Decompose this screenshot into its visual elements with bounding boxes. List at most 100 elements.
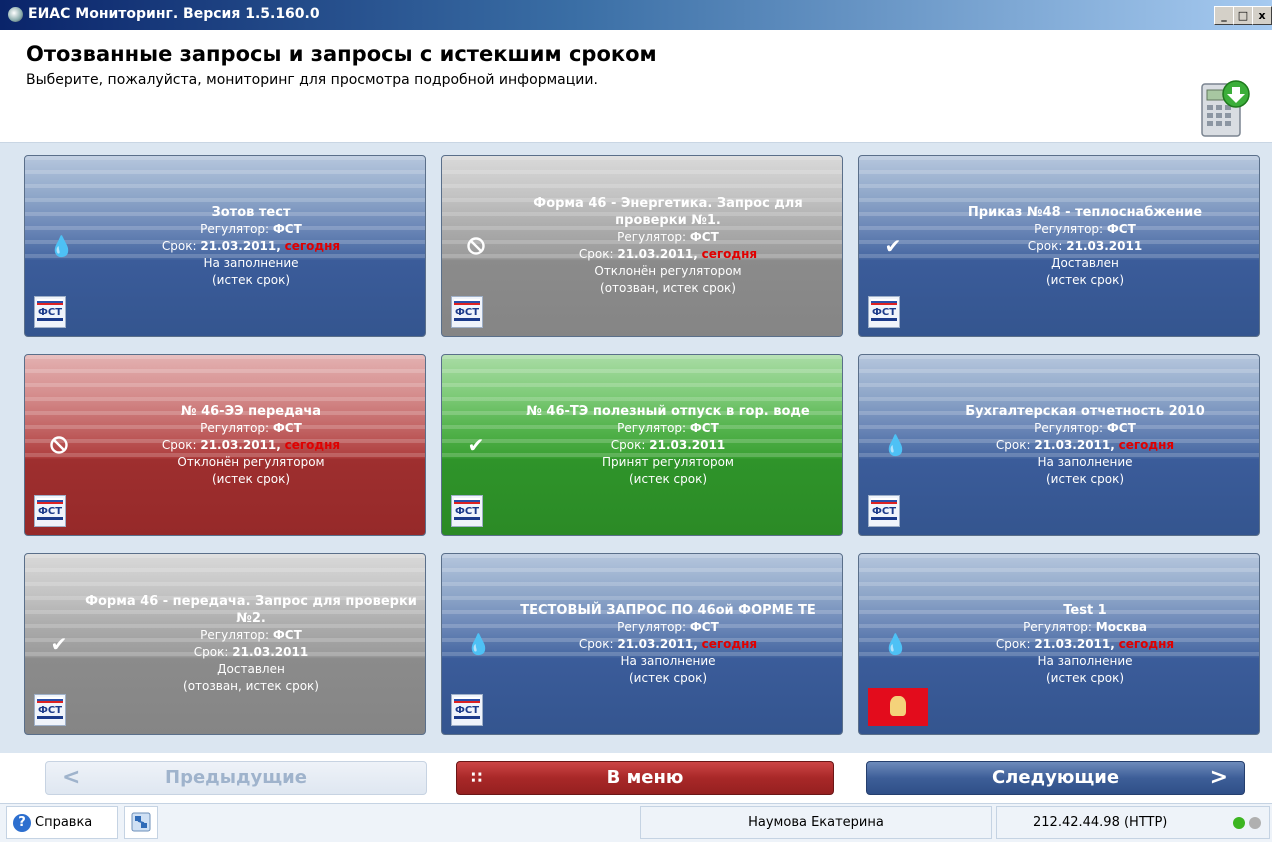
status-online-indicator	[1233, 817, 1245, 829]
tile-title: Test 1	[1063, 602, 1107, 618]
tile-note: (истек срок)	[629, 471, 707, 486]
deadline-label: Срок:	[1027, 238, 1063, 253]
tile-status: Отклонён регулятором	[594, 264, 742, 278]
server-address-text: 212.42.44.98 (HTTP)	[1033, 815, 1168, 830]
help-button[interactable]: ? Справка	[6, 806, 118, 839]
today-badge: сегодня	[701, 636, 758, 651]
minimize-button[interactable]: _	[1214, 6, 1234, 25]
monitoring-tile[interactable]: № 46-ЭЭ передача Регулятор: ФСТ Срок: 21…	[24, 354, 426, 536]
regulator-value: ФСТ	[1106, 420, 1136, 435]
tile-note: (истек срок)	[629, 670, 707, 685]
previous-label: Предыдущие	[165, 767, 307, 788]
monitoring-tile[interactable]: ✔ Приказ №48 - теплоснабжение Регулятор:…	[858, 155, 1260, 337]
monitoring-tile[interactable]: 💧 Бухгалтерская отчетность 2010 Регулято…	[858, 354, 1260, 536]
fst-logo: ФСТ	[868, 495, 900, 527]
tile-status: Принят регулятором	[602, 454, 734, 469]
regulator-label: Регулятор:	[1034, 420, 1104, 435]
monitoring-tile[interactable]: Форма 46 - Энергетика. Запрос для провер…	[441, 155, 843, 337]
regulator-value: Москва	[1095, 619, 1147, 634]
deadline-date: 21.03.2011,	[200, 437, 281, 452]
page-subtitle: Выберите, пожалуйста, мониторинг для про…	[26, 72, 598, 88]
tile-note: (истек срок)	[1046, 272, 1124, 287]
menu-button[interactable]: ∷ В меню	[456, 761, 834, 795]
deadline-label: Срок:	[578, 247, 614, 261]
calculator-download-icon	[1201, 80, 1250, 137]
regulator-value: ФСТ	[272, 221, 302, 236]
fst-logo: ФСТ	[34, 694, 66, 726]
regulator-value: ФСТ	[1106, 221, 1136, 236]
deadline-date: 21.03.2011,	[1034, 636, 1115, 651]
tile-note: (истек срок)	[1046, 471, 1124, 486]
previous-button[interactable]: < Предыдущие	[45, 761, 427, 795]
regulator-value: ФСТ	[689, 619, 719, 634]
network-icon	[131, 812, 151, 832]
regulator-value: ФСТ	[272, 628, 302, 642]
deadline-date: 21.03.2011	[232, 645, 309, 659]
fst-logo: ФСТ	[34, 495, 66, 527]
next-button[interactable]: Следующие >	[866, 761, 1245, 795]
deadline-date: 21.03.2011,	[200, 238, 281, 253]
regulator-label: Регулятор:	[617, 420, 687, 435]
forbidden-icon	[50, 436, 68, 454]
deadline-label: Срок:	[161, 238, 197, 253]
deadline-date: 21.03.2011,	[1034, 437, 1115, 452]
tile-status: На заполнение	[1037, 653, 1133, 668]
help-icon: ?	[13, 814, 31, 832]
tile-status: Отклонён регулятором	[177, 454, 325, 469]
drop-icon: 💧	[466, 632, 491, 656]
fst-logo: ФСТ	[868, 296, 900, 328]
monitoring-tile[interactable]: 💧 ТЕСТОВЫЙ ЗАПРОС ПО 46ой ФОРМЕ ТЕ Регул…	[441, 553, 843, 735]
monitoring-tile[interactable]: 💧 Зотов тест Регулятор: ФСТ Срок: 21.03.…	[24, 155, 426, 337]
close-button[interactable]: x	[1252, 6, 1272, 25]
tile-title: № 46-ТЭ полезный отпуск в гор. воде	[526, 403, 810, 419]
deadline-label: Срок:	[610, 437, 646, 452]
window-title: ЕИАС Мониторинг. Версия 1.5.160.0	[28, 6, 320, 22]
tile-note: (отозван, истек срок)	[183, 679, 319, 693]
tile-title: Форма 46 - Энергетика. Запрос для провер…	[533, 196, 803, 228]
next-label: Следующие	[991, 767, 1120, 788]
fst-logo: ФСТ	[451, 495, 483, 527]
status-bar: ? Справка Наумова Екатерина 212.42.44.98…	[0, 803, 1272, 842]
today-badge: сегодня	[284, 437, 341, 452]
check-icon: ✔	[884, 234, 902, 258]
deadline-date: 21.03.2011	[1066, 238, 1143, 253]
tile-title: Приказ №48 - теплоснабжение	[967, 204, 1203, 220]
deadline-label: Срок:	[995, 437, 1031, 452]
page-title: Отозванные запросы и запросы с истекшим …	[26, 42, 657, 66]
regulator-label: Регулятор:	[1023, 619, 1092, 634]
server-address: 212.42.44.98 (HTTP)	[996, 806, 1270, 839]
forbidden-icon	[467, 237, 485, 255]
moscow-coat-of-arms-logo	[868, 688, 928, 726]
tile-status: Доставлен	[217, 662, 285, 676]
regulator-label: Регулятор:	[1034, 221, 1104, 236]
status-idle-indicator	[1249, 817, 1261, 829]
drop-icon: 💧	[883, 433, 908, 457]
maximize-button[interactable]: □	[1233, 6, 1253, 25]
monitoring-tile[interactable]: ✔ № 46-ТЭ полезный отпуск в гор. воде Ре…	[441, 354, 843, 536]
network-button[interactable]	[124, 806, 158, 839]
monitoring-tile[interactable]: ✔ Форма 46 - передача. Запрос для провер…	[24, 553, 426, 735]
regulator-value: ФСТ	[689, 420, 719, 435]
today-badge: сегодня	[1118, 437, 1175, 452]
fst-logo: ФСТ	[34, 296, 66, 328]
today-badge: сегодня	[701, 247, 758, 261]
current-user: Наумова Екатерина	[640, 806, 992, 839]
tile-note: (истек срок)	[212, 471, 290, 486]
deadline-date: 21.03.2011,	[617, 636, 698, 651]
deadline-label: Срок:	[161, 437, 197, 452]
deadline-label: Срок:	[193, 645, 229, 659]
regulator-label: Регулятор:	[617, 230, 687, 244]
chevron-left-icon: <	[62, 765, 81, 790]
drop-icon: 💧	[49, 234, 74, 258]
tile-title: № 46-ЭЭ передача	[180, 403, 322, 419]
drop-icon: 💧	[883, 632, 908, 656]
today-badge: сегодня	[284, 238, 341, 253]
deadline-date: 21.03.2011	[649, 437, 726, 452]
title-bar: ЕИАС Мониторинг. Версия 1.5.160.0 _ □ x	[0, 0, 1272, 30]
regulator-label: Регулятор:	[200, 628, 270, 642]
monitoring-tile[interactable]: 💧 Test 1 Регулятор: Москва Срок: 21.03.2…	[858, 553, 1260, 735]
chevron-right-icon: >	[1209, 765, 1228, 790]
tile-status: Доставлен	[1051, 255, 1119, 270]
check-icon: ✔	[50, 632, 68, 656]
tile-title: ТЕСТОВЫЙ ЗАПРОС ПО 46ой ФОРМЕ ТЕ	[520, 602, 816, 618]
